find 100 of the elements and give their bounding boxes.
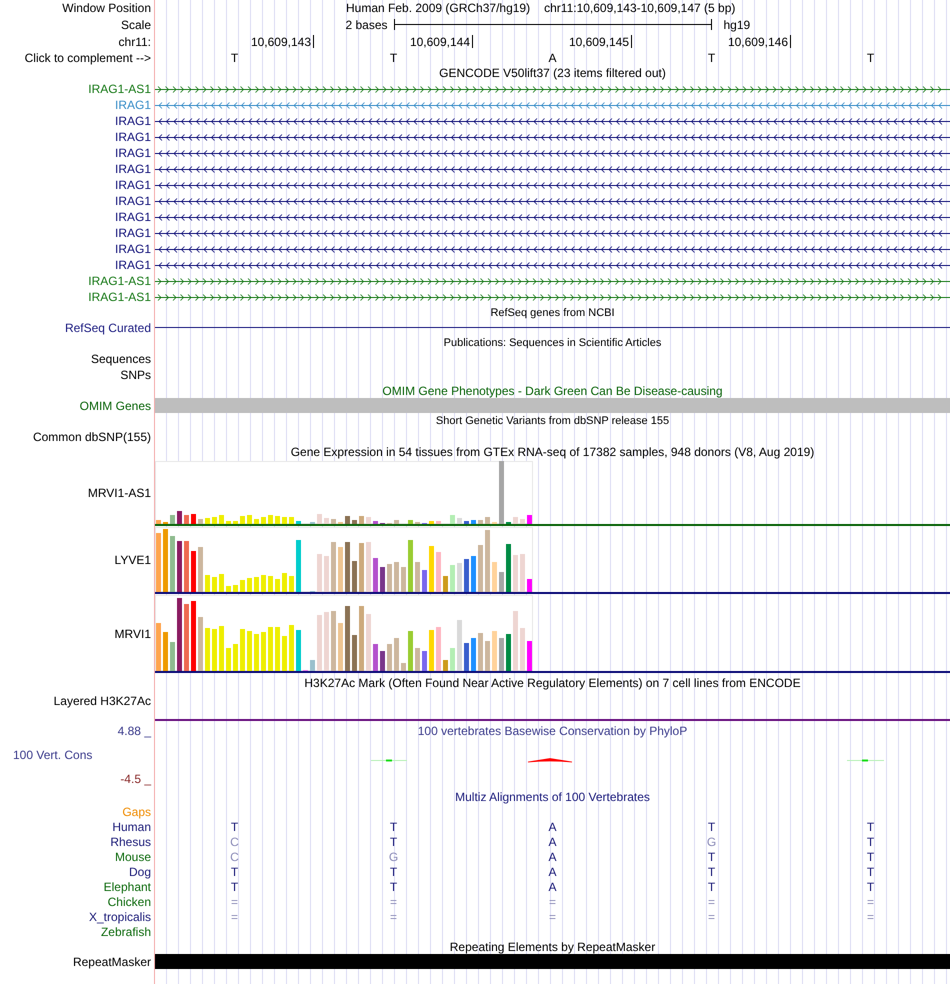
expression-bar xyxy=(506,544,511,592)
expression-bar xyxy=(240,516,245,524)
expression-bar xyxy=(324,518,329,524)
aligned-base: A xyxy=(548,880,556,894)
gene-label: IRAG1 xyxy=(114,210,151,224)
expression-bar xyxy=(387,564,392,592)
species-label: Elephant xyxy=(104,880,151,894)
expression-bar xyxy=(464,559,469,592)
gene-label: IRAG1 xyxy=(114,194,151,208)
track-label: Layered H3K27Ac xyxy=(54,694,151,708)
track-label: Sequences xyxy=(90,352,151,366)
expression-bar xyxy=(317,554,322,592)
expression-bar xyxy=(359,516,364,524)
aligned-base: T xyxy=(708,850,716,864)
track-title: Repeating Elements by RepeatMasker xyxy=(450,940,656,954)
aligned-base: = xyxy=(708,894,715,908)
expression-bar xyxy=(310,660,315,671)
expression-bar xyxy=(345,542,350,592)
expression-bar xyxy=(464,643,469,671)
expression-bar xyxy=(408,631,413,671)
expression-bar xyxy=(513,555,518,592)
position-label: 10,609,145 xyxy=(568,34,630,48)
position-tick xyxy=(313,35,314,48)
expression-bar xyxy=(380,567,385,592)
expression-bar xyxy=(247,578,252,592)
expression-bar xyxy=(219,626,224,671)
aligned-base: T xyxy=(708,864,716,878)
conservation-peak xyxy=(528,758,572,762)
expression-bar xyxy=(422,651,427,671)
expression-bar xyxy=(478,633,483,671)
expression-bar xyxy=(394,638,399,671)
species-label: Zebrafish xyxy=(100,924,151,938)
gene-label: IRAG1-AS1 xyxy=(88,82,151,96)
gene-label: MRVI1 xyxy=(114,626,151,640)
gene-label: IRAG1 xyxy=(114,98,151,112)
gene-label: MRVI1-AS1 xyxy=(88,486,151,500)
expression-bar xyxy=(240,580,245,592)
expression-bar xyxy=(296,630,301,671)
aligned-base: G xyxy=(388,850,398,864)
aligned-base: T xyxy=(866,850,874,864)
expression-bar xyxy=(352,561,357,592)
position-range: chr11:10,609,143-10,609,147 (5 bp) xyxy=(544,1,736,15)
expression-bar xyxy=(429,546,434,592)
gene-label: IRAG1 xyxy=(114,146,151,160)
aligned-base: T xyxy=(866,864,874,878)
expression-bar xyxy=(471,520,476,524)
expression-bar xyxy=(331,542,336,592)
expression-bar xyxy=(492,562,497,592)
expression-bar xyxy=(450,565,455,592)
expression-bar xyxy=(373,558,378,592)
track-label: Window Position xyxy=(62,1,151,15)
expression-bar xyxy=(366,517,371,524)
expression-bar xyxy=(373,644,378,671)
expression-bar xyxy=(170,515,175,524)
aligned-base: T xyxy=(390,834,398,848)
expression-bar xyxy=(436,552,441,592)
position-label: 10,609,144 xyxy=(410,34,471,48)
expression-bar xyxy=(268,576,273,592)
base-letter: T xyxy=(230,50,238,64)
expression-bar xyxy=(394,562,399,592)
track-label: Common dbSNP(155) xyxy=(32,430,151,444)
expression-bar xyxy=(275,579,280,592)
expression-bar xyxy=(443,660,448,671)
expression-bar xyxy=(212,577,217,592)
track-label: RefSeq Curated xyxy=(64,320,151,334)
expression-bar xyxy=(520,519,525,524)
expression-bar xyxy=(184,604,189,671)
expression-bar xyxy=(338,623,343,671)
gene-label: IRAG1 xyxy=(114,114,151,128)
aligned-base: T xyxy=(866,880,874,894)
expression-bar xyxy=(520,554,525,592)
aligned-base: T xyxy=(708,820,716,834)
expression-bar xyxy=(457,518,462,524)
expression-bar xyxy=(268,515,273,524)
expression-bar xyxy=(254,634,259,671)
expression-bar xyxy=(170,536,175,592)
expression-bar xyxy=(198,547,203,592)
aligned-base: = xyxy=(390,894,397,908)
track-label: 100 Vert. Cons xyxy=(13,748,92,762)
expression-bar xyxy=(380,651,385,671)
expression-bar xyxy=(422,570,427,592)
expression-bar xyxy=(499,572,504,592)
expression-bar xyxy=(415,648,420,671)
position-tick xyxy=(472,35,473,48)
expression-bar xyxy=(520,628,525,671)
track-label: OMIM Genes xyxy=(80,398,151,412)
expression-bar xyxy=(471,638,476,671)
track-title: 100 vertebrates Basewise Conservation by PhyloP xyxy=(418,724,688,738)
expression-bar xyxy=(282,573,287,592)
aligned-base: = xyxy=(230,894,238,908)
expression-bar xyxy=(457,620,462,671)
expression-bar xyxy=(156,533,161,592)
species-label: Rhesus xyxy=(110,834,151,848)
assembly-label: hg19 xyxy=(724,18,750,32)
expression-bar xyxy=(205,518,210,524)
track-label: RepeatMasker xyxy=(72,954,151,968)
expression-bar xyxy=(219,574,224,592)
expression-bar xyxy=(191,601,196,671)
aligned-base: = xyxy=(548,910,556,924)
expression-bar xyxy=(268,627,273,671)
